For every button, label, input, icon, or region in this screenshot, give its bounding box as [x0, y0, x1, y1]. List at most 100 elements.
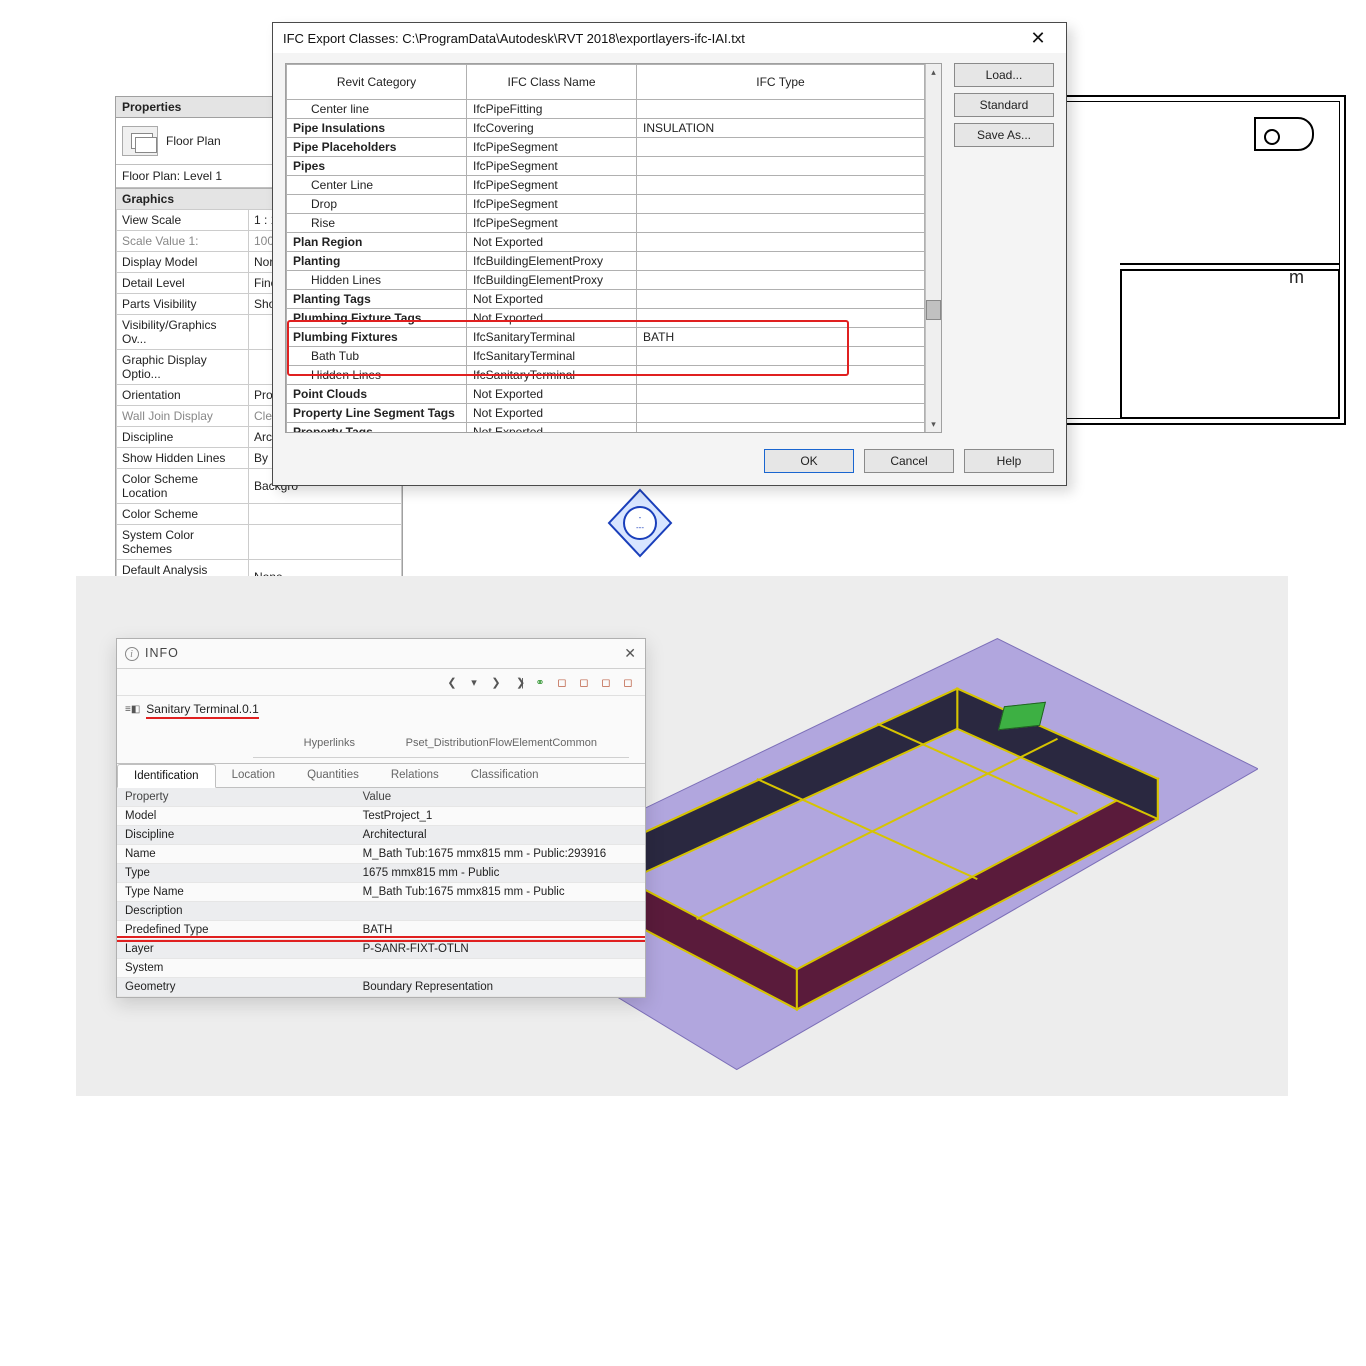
ifc-row[interactable]: Bath TubIfcSanitaryTerminal	[287, 347, 925, 366]
ifc-row[interactable]: Point CloudsNot Exported	[287, 385, 925, 404]
close-icon[interactable]: ✕	[1020, 29, 1056, 47]
ifc-cell[interactable]: Not Exported	[467, 309, 637, 328]
ifc-cell[interactable]: IfcCovering	[467, 119, 637, 138]
ifc-cell[interactable]: IfcBuildingElementProxy	[467, 252, 637, 271]
box1-icon[interactable]: ◻	[553, 673, 571, 691]
scroll-up-icon[interactable]: ▴	[926, 64, 941, 80]
ifc-cell[interactable]: IfcSanitaryTerminal	[467, 347, 637, 366]
ifc-cell[interactable]: Drop	[287, 195, 467, 214]
ifc-row[interactable]: Center lineIfcPipeFitting	[287, 100, 925, 119]
box2-icon[interactable]: ◻	[575, 673, 593, 691]
ifc-cell[interactable]: Center line	[287, 100, 467, 119]
cancel-button[interactable]: Cancel	[864, 449, 954, 473]
ifc-row[interactable]: DropIfcPipeSegment	[287, 195, 925, 214]
ifc-cell[interactable]: BATH	[637, 328, 925, 347]
save-as-button[interactable]: Save As...	[954, 123, 1054, 147]
link-icon[interactable]: ⚭	[531, 673, 549, 691]
vertical-scrollbar[interactable]: ▴ ▾	[925, 64, 941, 432]
ifc-row[interactable]: Property TagsNot Exported	[287, 423, 925, 434]
property-row[interactable]: Color Scheme	[117, 504, 402, 525]
ifc-cell[interactable]: Point Clouds	[287, 385, 467, 404]
col-ifc-type[interactable]: IFC Type	[637, 65, 925, 100]
ifc-cell[interactable]	[637, 100, 925, 119]
nav-dropdown-icon[interactable]: ▾	[465, 673, 483, 691]
ifc-row[interactable]: Hidden LinesIfcBuildingElementProxy	[287, 271, 925, 290]
col-revit-category[interactable]: Revit Category	[287, 65, 467, 100]
panel-close-icon[interactable]: ✕	[624, 645, 637, 662]
ifc-cell[interactable]: IfcPipeSegment	[467, 176, 637, 195]
property-row[interactable]: System Color Schemes	[117, 525, 402, 560]
ifc-cell[interactable]	[637, 252, 925, 271]
scroll-thumb[interactable]	[926, 300, 941, 320]
ifc-cell[interactable]: Not Exported	[467, 233, 637, 252]
ifc-cell[interactable]: Property Tags	[287, 423, 467, 434]
ifc-cell[interactable]: Not Exported	[467, 404, 637, 423]
ifc-row[interactable]: Property Line Segment TagsNot Exported	[287, 404, 925, 423]
tab-hyperlinks[interactable]: Hyperlinks	[269, 732, 390, 754]
ifc-cell[interactable]	[637, 195, 925, 214]
ifc-cell[interactable]: Property Line Segment Tags	[287, 404, 467, 423]
load-button[interactable]: Load...	[954, 63, 1054, 87]
ifc-cell[interactable]: IfcBuildingElementProxy	[467, 271, 637, 290]
ifc-cell[interactable]	[637, 385, 925, 404]
ifc-cell[interactable]: Rise	[287, 214, 467, 233]
ifc-cell[interactable]: Pipe Insulations	[287, 119, 467, 138]
ifc-cell[interactable]	[637, 214, 925, 233]
help-button[interactable]: Help	[964, 449, 1054, 473]
ifc-row[interactable]: PipesIfcPipeSegment	[287, 157, 925, 176]
ifc-row[interactable]: Planting TagsNot Exported	[287, 290, 925, 309]
ifc-cell[interactable]: Planting	[287, 252, 467, 271]
ifc-cell[interactable]	[637, 309, 925, 328]
ifc-row[interactable]: Plumbing FixturesIfcSanitaryTerminalBATH	[287, 328, 925, 347]
ifc-cell[interactable]: IfcPipeSegment	[467, 157, 637, 176]
ifc-cell[interactable]	[637, 138, 925, 157]
ifc-cell[interactable]	[637, 233, 925, 252]
ifc-cell[interactable]	[637, 404, 925, 423]
tab-classification[interactable]: Classification	[455, 764, 555, 787]
ifc-cell[interactable]: IfcSanitaryTerminal	[467, 366, 637, 385]
ifc-row[interactable]: Center LineIfcPipeSegment	[287, 176, 925, 195]
ifc-row[interactable]: Hidden LinesIfcSanitaryTerminal	[287, 366, 925, 385]
box3-icon[interactable]: ◻	[597, 673, 615, 691]
ifc-row[interactable]: RiseIfcPipeSegment	[287, 214, 925, 233]
ifc-cell[interactable]: Pipes	[287, 157, 467, 176]
ifc-cell[interactable]: IfcPipeSegment	[467, 138, 637, 157]
ifc-cell[interactable]: Plumbing Fixture Tags	[287, 309, 467, 328]
prop-val[interactable]	[249, 525, 402, 560]
ifc-cell[interactable]	[637, 290, 925, 309]
tab-identification[interactable]: Identification	[117, 764, 216, 788]
box4-icon[interactable]: ◻	[619, 673, 637, 691]
ifc-row[interactable]: PlantingIfcBuildingElementProxy	[287, 252, 925, 271]
ifc-cell[interactable]: Hidden Lines	[287, 366, 467, 385]
ifc-cell[interactable]	[637, 157, 925, 176]
ifc-cell[interactable]: Plan Region	[287, 233, 467, 252]
standard-button[interactable]: Standard	[954, 93, 1054, 117]
prop-val[interactable]	[249, 504, 402, 525]
ifc-cell[interactable]	[637, 423, 925, 434]
ifc-cell[interactable]: Pipe Placeholders	[287, 138, 467, 157]
ifc-row[interactable]: Pipe InsulationsIfcCoveringINSULATION	[287, 119, 925, 138]
ifc-cell[interactable]	[637, 347, 925, 366]
ifc-cell[interactable]	[637, 176, 925, 195]
ifc-row[interactable]: Pipe PlaceholdersIfcPipeSegment	[287, 138, 925, 157]
ifc-cell[interactable]: Center Line	[287, 176, 467, 195]
tab-pset[interactable]: Pset_DistributionFlowElementCommon	[390, 732, 613, 754]
ifc-cell[interactable]: IfcPipeSegment	[467, 195, 637, 214]
nav-forward-icon[interactable]: ❯	[487, 673, 505, 691]
ifc-cell[interactable]: IfcPipeSegment	[467, 214, 637, 233]
ifc-row[interactable]: Plumbing Fixture TagsNot Exported	[287, 309, 925, 328]
ifc-cell[interactable]: IfcPipeFitting	[467, 100, 637, 119]
ifc-cell[interactable]: IfcSanitaryTerminal	[467, 328, 637, 347]
ifc-cell[interactable]: Not Exported	[467, 423, 637, 434]
tab-relations[interactable]: Relations	[375, 764, 455, 787]
scroll-down-icon[interactable]: ▾	[926, 416, 941, 432]
col-ifc-class[interactable]: IFC Class Name	[467, 65, 637, 100]
ifc-table[interactable]: Revit Category IFC Class Name IFC Type C…	[286, 64, 925, 433]
ifc-cell[interactable]	[637, 271, 925, 290]
ifc-cell[interactable]: Hidden Lines	[287, 271, 467, 290]
view-compass[interactable]: - ---	[605, 488, 675, 558]
ok-button[interactable]: OK	[764, 449, 854, 473]
tab-location[interactable]: Location	[216, 764, 291, 787]
ifc-cell[interactable]: Bath Tub	[287, 347, 467, 366]
tab-quantities[interactable]: Quantities	[291, 764, 375, 787]
